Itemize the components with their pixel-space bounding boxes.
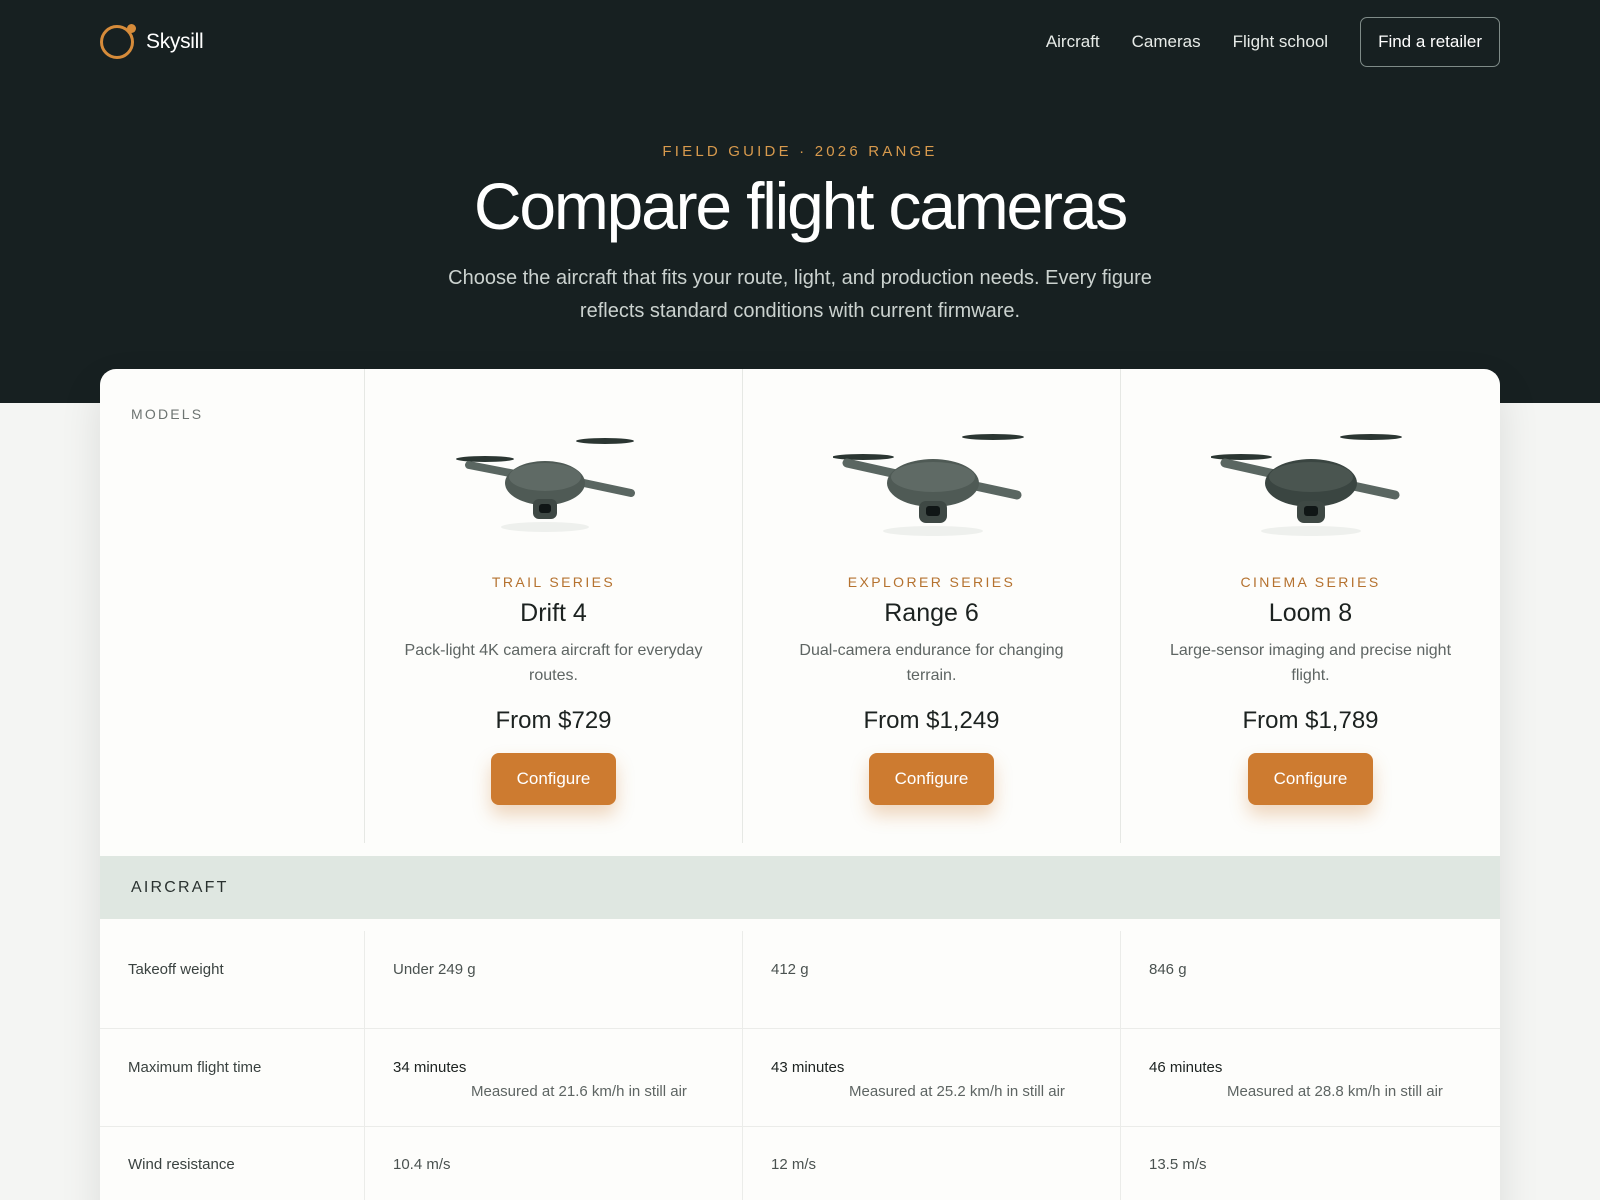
column-divider xyxy=(1120,931,1121,1029)
spec-value: 43 minutes xyxy=(771,1059,845,1076)
series-label: TRAIL SERIES xyxy=(491,574,616,590)
hero-subtitle: Choose the aircraft that fits your route… xyxy=(448,267,1152,322)
spec-cell: 10.4 m/s xyxy=(393,1156,451,1173)
spec-value: 12 m/s xyxy=(771,1156,817,1173)
orbit-logo-icon xyxy=(100,24,136,59)
configure-button[interactable]: Configure xyxy=(491,753,616,805)
spec-row-max-flight-time: Maximum flight time 34 minutes Measured … xyxy=(100,1029,1500,1127)
series-label: EXPLORER SERIES xyxy=(847,574,1016,590)
nav-link-cameras[interactable]: Cameras xyxy=(1132,32,1201,52)
comparison-card: MODELS TRAIL SERIES Drift 4 Pack-light 4… xyxy=(100,369,1500,1200)
model-price: From $729 xyxy=(495,707,612,734)
spec-cell: 412 g xyxy=(771,961,809,978)
model-column-drift-4: TRAIL SERIES Drift 4 Pack-light 4K camer… xyxy=(365,369,742,843)
spec-value: 846 g xyxy=(1149,961,1187,978)
model-description: Dual-camera endurance for changing terra… xyxy=(799,642,1064,684)
spec-label: Maximum flight time xyxy=(128,1059,262,1076)
spec-value: 412 g xyxy=(771,961,809,978)
spec-value: 34 minutes xyxy=(393,1059,467,1076)
spec-cell: Under 249 g xyxy=(393,961,476,978)
nav-link-flight-school[interactable]: Flight school xyxy=(1233,32,1328,52)
models-label: MODELS xyxy=(131,406,204,422)
model-name: Drift 4 xyxy=(520,599,587,627)
models-row: MODELS TRAIL SERIES Drift 4 Pack-light 4… xyxy=(100,369,1500,843)
column-divider xyxy=(364,931,365,1029)
spec-value: Under 249 g xyxy=(393,961,476,978)
configure-button[interactable]: Configure xyxy=(869,753,994,805)
spec-note: Measured at 28.8 km/h in still air xyxy=(1227,1083,1443,1100)
column-divider xyxy=(742,1126,743,1200)
spec-cell: 12 m/s xyxy=(771,1156,816,1173)
model-column-loom-8: CINEMA SERIES Loom 8 Large-sensor imagin… xyxy=(1121,369,1500,843)
configure-button[interactable]: Configure xyxy=(1248,753,1373,805)
spec-cell: 34 minutes Measured at 21.6 km/h in stil… xyxy=(393,1059,687,1100)
column-divider xyxy=(1120,1126,1121,1200)
top-nav: Skysill Aircraft Cameras Flight school F… xyxy=(100,17,1500,67)
column-divider xyxy=(364,1126,365,1200)
model-name: Range 6 xyxy=(884,599,979,627)
drone-icon xyxy=(456,438,635,532)
column-divider xyxy=(742,1029,743,1127)
spec-label: Wind resistance xyxy=(128,1156,235,1173)
drone-icon xyxy=(833,434,1024,536)
model-name: Loom 8 xyxy=(1268,599,1353,627)
find-retailer-button[interactable]: Find a retailer xyxy=(1360,17,1500,67)
nav-link-aircraft[interactable]: Aircraft xyxy=(1046,32,1100,52)
spec-row-wind-resistance: Wind resistance 10.4 m/s 12 m/s 13.5 m/s xyxy=(100,1126,1500,1200)
section-title: AIRCRAFT xyxy=(131,879,229,896)
section-header-aircraft: AIRCRAFT xyxy=(100,856,1500,919)
column-divider xyxy=(1120,1029,1121,1127)
series-label: CINEMA SERIES xyxy=(1240,574,1381,590)
brand-name: Skysill xyxy=(146,30,204,53)
spec-label: Takeoff weight xyxy=(128,961,224,978)
model-description: Pack-light 4K camera aircraft for everyd… xyxy=(404,642,703,684)
column-divider xyxy=(364,1029,365,1127)
spec-cell: 846 g xyxy=(1149,961,1187,978)
spec-value: 10.4 m/s xyxy=(393,1156,451,1173)
column-divider xyxy=(742,931,743,1029)
nav-links: Aircraft Cameras Flight school Find a re… xyxy=(1046,17,1500,67)
model-price: From $1,789 xyxy=(1242,707,1379,734)
spec-cell: 46 minutes Measured at 28.8 km/h in stil… xyxy=(1149,1059,1443,1100)
spec-cell: 13.5 m/s xyxy=(1149,1156,1207,1173)
model-column-range-6: EXPLORER SERIES Range 6 Dual-camera endu… xyxy=(743,369,1120,843)
model-description: Large-sensor imaging and precise night f… xyxy=(1169,642,1452,684)
spec-value: 46 minutes xyxy=(1149,1059,1223,1076)
spec-note: Measured at 21.6 km/h in still air xyxy=(471,1083,687,1100)
spec-note: Measured at 25.2 km/h in still air xyxy=(849,1083,1065,1100)
hero-eyebrow: FIELD GUIDE · 2026 RANGE xyxy=(662,143,938,160)
model-price: From $1,249 xyxy=(863,707,1000,734)
page-title: Compare flight cameras xyxy=(473,169,1128,243)
drone-icon xyxy=(1211,434,1402,536)
spec-value: 13.5 m/s xyxy=(1149,1156,1207,1173)
spec-row-takeoff-weight: Takeoff weight Under 249 g 412 g 846 g xyxy=(100,931,1500,1029)
brand-logo[interactable]: Skysill xyxy=(100,24,204,59)
spec-cell: 43 minutes Measured at 25.2 km/h in stil… xyxy=(771,1059,1065,1100)
